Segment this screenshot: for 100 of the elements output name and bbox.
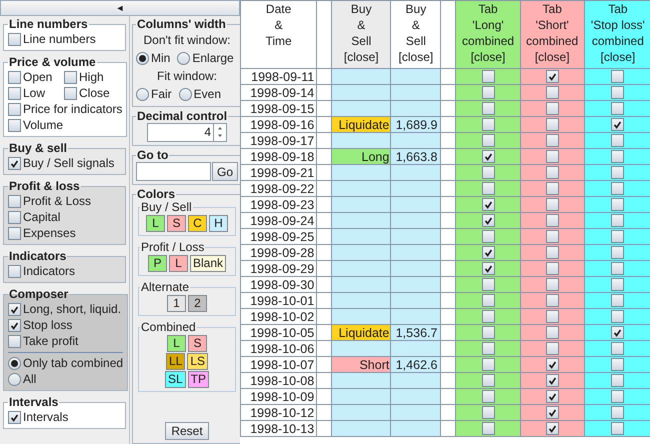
checkbox[interactable] <box>611 342 624 355</box>
checkbox[interactable] <box>546 166 559 179</box>
checkbox[interactable] <box>611 310 624 323</box>
color-swatch-button[interactable]: L <box>146 215 165 232</box>
checkbox[interactable] <box>611 182 624 195</box>
checkbox[interactable] <box>8 70 21 84</box>
checkbox[interactable] <box>611 294 624 307</box>
checkbox[interactable] <box>611 358 624 371</box>
checkbox[interactable] <box>482 262 495 275</box>
radio-button[interactable] <box>8 372 21 386</box>
checkbox[interactable] <box>482 86 495 99</box>
checkbox[interactable] <box>546 326 559 339</box>
checkbox[interactable] <box>8 118 21 132</box>
checkbox[interactable] <box>546 102 559 115</box>
checkbox[interactable] <box>8 210 21 224</box>
column-header[interactable]: Tab 'Long' combined [close] <box>456 0 520 68</box>
checkbox[interactable] <box>611 230 624 243</box>
column-header[interactable]: Date & Time <box>240 0 317 68</box>
checkbox[interactable] <box>546 294 559 307</box>
color-swatch-button[interactable]: C <box>188 215 207 232</box>
checkbox[interactable] <box>482 374 495 387</box>
checkbox[interactable] <box>482 278 495 291</box>
checkbox[interactable] <box>611 70 624 83</box>
checkbox[interactable] <box>482 134 495 147</box>
color-swatch-button[interactable]: LL <box>166 353 186 370</box>
checkbox[interactable] <box>546 310 559 323</box>
checkbox[interactable] <box>64 86 77 100</box>
checkbox[interactable] <box>611 150 624 163</box>
color-swatch-button[interactable]: L <box>167 335 186 352</box>
color-swatch-button[interactable]: Blank <box>190 255 226 272</box>
checkbox[interactable] <box>546 86 559 99</box>
color-swatch-button[interactable]: TP <box>188 371 210 388</box>
checkbox[interactable] <box>546 406 559 419</box>
color-swatch-button[interactable]: 1 <box>167 295 186 312</box>
checkbox[interactable] <box>546 198 559 211</box>
checkbox[interactable] <box>611 198 624 211</box>
checkbox[interactable] <box>482 166 495 179</box>
checkbox[interactable] <box>482 422 495 435</box>
checkbox[interactable] <box>546 214 559 227</box>
checkbox[interactable] <box>482 230 495 243</box>
checkbox[interactable] <box>546 278 559 291</box>
checkbox[interactable] <box>8 226 21 240</box>
radio-button[interactable] <box>136 52 149 64</box>
checkbox[interactable] <box>8 32 21 46</box>
collapse-button[interactable]: ◄ <box>0 0 240 16</box>
checkbox[interactable] <box>611 118 624 131</box>
checkbox[interactable] <box>482 358 495 371</box>
checkbox[interactable] <box>8 264 21 278</box>
checkbox[interactable] <box>546 262 559 275</box>
checkbox[interactable] <box>8 102 21 116</box>
color-swatch-button[interactable]: L <box>168 255 188 272</box>
checkbox[interactable] <box>482 326 495 339</box>
checkbox[interactable] <box>611 326 624 339</box>
checkbox[interactable] <box>546 422 559 435</box>
checkbox[interactable] <box>546 150 559 163</box>
checkbox[interactable] <box>8 156 21 170</box>
checkbox[interactable] <box>482 150 495 163</box>
checkbox[interactable] <box>482 310 495 323</box>
checkbox[interactable] <box>482 70 495 83</box>
checkbox[interactable] <box>546 230 559 243</box>
color-swatch-button[interactable]: 2 <box>188 295 207 312</box>
column-header[interactable]: Buy & Sell [close] <box>390 0 441 68</box>
color-swatch-button[interactable]: LS <box>187 353 208 370</box>
color-swatch-button[interactable]: P <box>148 255 167 272</box>
checkbox[interactable] <box>8 410 21 424</box>
go-button[interactable]: Go <box>212 162 238 181</box>
checkbox[interactable] <box>546 70 559 83</box>
checkbox[interactable] <box>482 390 495 403</box>
radio-button[interactable] <box>177 52 190 64</box>
checkbox[interactable] <box>611 374 624 387</box>
checkbox[interactable] <box>546 134 559 147</box>
color-swatch-button[interactable]: S <box>188 335 207 352</box>
number-spinner[interactable]: 4 <box>147 123 227 142</box>
checkbox[interactable] <box>611 214 624 227</box>
column-header[interactable]: Buy & Sell [close] <box>332 0 391 68</box>
checkbox[interactable] <box>482 214 495 227</box>
checkbox[interactable] <box>546 374 559 387</box>
checkbox[interactable] <box>611 86 624 99</box>
reset-button[interactable]: Reset <box>165 422 209 440</box>
color-swatch-button[interactable]: SL <box>164 371 186 388</box>
checkbox[interactable] <box>611 278 624 291</box>
checkbox[interactable] <box>546 182 559 195</box>
checkbox[interactable] <box>482 102 495 115</box>
input-field[interactable] <box>136 162 211 181</box>
checkbox[interactable] <box>8 194 21 208</box>
checkbox[interactable] <box>546 358 559 371</box>
column-header[interactable]: Tab 'Stop loss' combined [close] <box>584 0 650 68</box>
column-header[interactable]: Tab 'Short' combined [close] <box>520 0 584 68</box>
checkbox[interactable] <box>8 334 21 348</box>
radio-button[interactable] <box>178 88 192 100</box>
checkbox[interactable] <box>8 86 21 100</box>
checkbox[interactable] <box>482 406 495 419</box>
checkbox[interactable] <box>611 262 624 275</box>
checkbox[interactable] <box>8 318 21 332</box>
checkbox[interactable] <box>482 182 495 195</box>
checkbox[interactable] <box>8 302 21 316</box>
checkbox[interactable] <box>546 390 559 403</box>
checkbox[interactable] <box>611 246 624 259</box>
checkbox[interactable] <box>482 198 495 211</box>
checkbox[interactable] <box>611 390 624 403</box>
